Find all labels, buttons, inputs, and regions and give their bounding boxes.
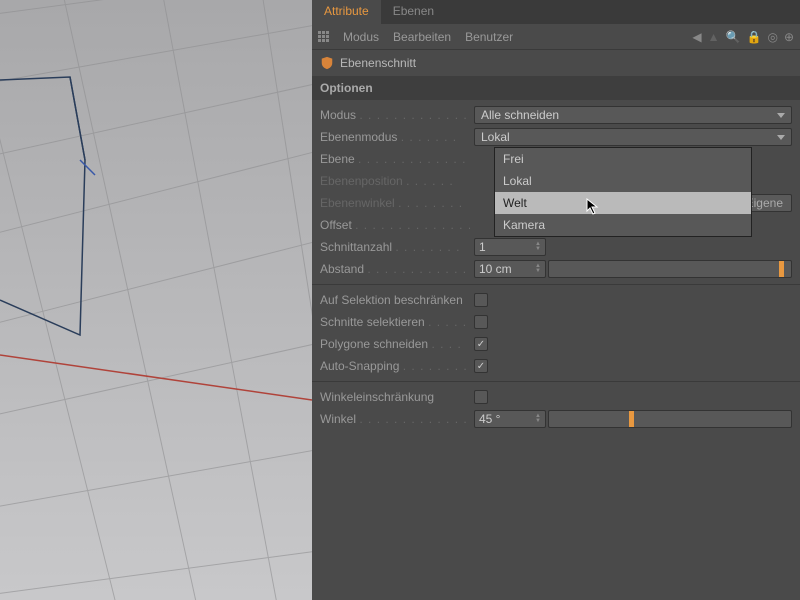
label-mode: Modus [320, 108, 356, 122]
checkbox-restrict-sel[interactable] [474, 293, 488, 307]
label-select-cuts: Schnitte selektieren [320, 315, 425, 329]
back-icon[interactable]: ◀ [692, 30, 701, 44]
checkbox-auto-snap[interactable]: ✓ [474, 359, 488, 373]
input-cut-count[interactable]: 1▲▼ [474, 238, 546, 256]
section-options: Optionen [312, 76, 800, 100]
chevron-down-icon [777, 135, 785, 140]
checkbox-cut-polys[interactable]: ✓ [474, 337, 488, 351]
label-auto-snap: Auto-Snapping [320, 359, 399, 373]
input-angle[interactable]: 45 °▲▼ [474, 410, 546, 428]
tab-attribute[interactable]: Attribute [312, 0, 381, 24]
popup-item-lokal[interactable]: Lokal [495, 170, 751, 192]
z-axis [80, 160, 95, 175]
label-angle-constrain: Winkeleinschränkung [320, 390, 434, 404]
tool-name: Ebenenschnitt [340, 56, 416, 70]
slider-angle[interactable] [548, 410, 792, 428]
grid-icon[interactable] [318, 31, 329, 42]
search-icon[interactable]: 🔍 [726, 30, 741, 44]
menu-edit[interactable]: Bearbeiten [393, 30, 451, 44]
plane-mode-popup: Frei Lokal Welt Kamera [494, 147, 752, 237]
label-offset: Offset [320, 218, 352, 232]
label-plane: Ebene [320, 152, 355, 166]
label-angle: Winkel [320, 412, 356, 426]
menu-user[interactable]: Benutzer [465, 30, 513, 44]
label-spacing: Abstand [320, 262, 364, 276]
label-restrict-sel: Auf Selektion beschränken [320, 293, 463, 307]
add-icon[interactable]: ⊕ [784, 30, 794, 44]
popup-item-welt[interactable]: Welt [495, 192, 751, 214]
attribute-panel: Attribute Ebenen Modus Bearbeiten Benutz… [312, 0, 800, 600]
dropdown-plane-mode[interactable]: Lokal [474, 128, 792, 146]
cube-wireframe [0, 77, 85, 335]
attribute-menubar: Modus Bearbeiten Benutzer ◀ ▲ 🔍 🔒 ◎ ⊕ [312, 24, 800, 50]
popup-item-frei[interactable]: Frei [495, 148, 751, 170]
shield-icon [320, 56, 334, 70]
3d-viewport[interactable] [0, 0, 312, 600]
label-plane-angle: Ebenenwinkel [320, 196, 395, 210]
label-cut-count: Schnittanzahl [320, 240, 392, 254]
input-spacing[interactable]: 10 cm▲▼ [474, 260, 546, 278]
panel-tabs: Attribute Ebenen [312, 0, 800, 24]
checkbox-select-cuts[interactable] [474, 315, 488, 329]
tab-layers[interactable]: Ebenen [381, 0, 446, 24]
menu-mode[interactable]: Modus [343, 30, 379, 44]
slider-spacing[interactable] [548, 260, 792, 278]
lock-icon[interactable]: 🔒 [747, 30, 762, 44]
x-axis [0, 355, 312, 400]
checkbox-angle-constrain[interactable] [474, 390, 488, 404]
up-icon[interactable]: ▲ [708, 30, 720, 44]
viewport-grid [0, 0, 312, 600]
label-plane-mode: Ebenenmodus [320, 130, 397, 144]
chevron-down-icon [777, 113, 785, 118]
popup-item-kamera[interactable]: Kamera [495, 214, 751, 236]
label-cut-polys: Polygone schneiden [320, 337, 428, 351]
tool-header: Ebenenschnitt [312, 50, 800, 76]
dropdown-mode[interactable]: Alle schneiden [474, 106, 792, 124]
label-plane-position: Ebenenposition [320, 174, 403, 188]
target-icon[interactable]: ◎ [767, 30, 777, 44]
